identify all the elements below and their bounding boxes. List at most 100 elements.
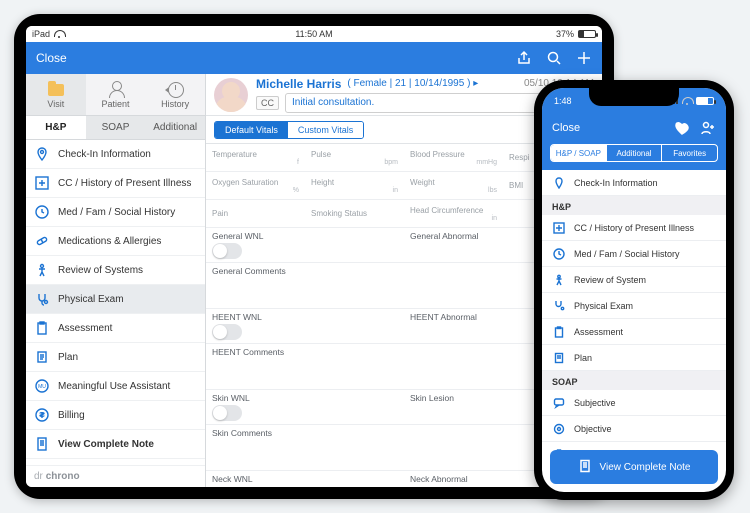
iph-cc[interactable]: CC / History of Present Illness bbox=[542, 215, 726, 241]
body-icon bbox=[34, 262, 50, 278]
iph-subj[interactable]: Subjective bbox=[542, 390, 726, 416]
seg-history-label: History bbox=[161, 99, 189, 109]
mu-icon: MU bbox=[34, 378, 50, 394]
note-icon bbox=[34, 349, 50, 365]
plus-box-icon bbox=[552, 221, 566, 235]
clipboard-icon bbox=[34, 320, 50, 336]
patient-name-link[interactable]: Michelle Harris bbox=[256, 77, 341, 91]
iph-pe[interactable]: Physical Exam bbox=[542, 293, 726, 319]
iph-obj-label: Objective bbox=[574, 424, 612, 434]
iph-nav-bar: Close bbox=[542, 114, 726, 142]
iph-med-label: Med / Fam / Social History bbox=[574, 249, 680, 259]
pin-icon bbox=[34, 146, 50, 162]
iph-seg-fav[interactable]: Favorites bbox=[661, 145, 717, 161]
nav-list[interactable]: Check-In Information CC / History of Pre… bbox=[26, 140, 205, 465]
nav-mu[interactable]: MU Meaningful Use Assistant bbox=[26, 372, 205, 401]
wifi-icon bbox=[682, 97, 692, 105]
iphone-frame: 1:48 Close H&P / SOAP Additional Favorit… bbox=[534, 80, 734, 500]
avatar[interactable] bbox=[214, 78, 248, 112]
iph-section-soap: SOAP bbox=[542, 371, 726, 390]
iph-ros[interactable]: Review of System bbox=[542, 267, 726, 293]
seg-default-vitals[interactable]: Default Vitals bbox=[215, 122, 288, 138]
nav-complete[interactable]: View Complete Note bbox=[26, 430, 205, 459]
iph-checkin[interactable]: Check-In Information bbox=[542, 170, 726, 196]
nav-assess[interactable]: Assessment bbox=[26, 314, 205, 343]
search-icon[interactable] bbox=[546, 50, 562, 66]
patient-meta[interactable]: ( Female | 21 | 10/14/1995 ) ▸ bbox=[347, 78, 478, 89]
iph-body[interactable]: Check-In Information H&P CC / History of… bbox=[542, 170, 726, 450]
toggle[interactable] bbox=[212, 324, 242, 340]
toggle[interactable] bbox=[212, 243, 242, 259]
vg-pain[interactable]: Pain bbox=[206, 200, 305, 227]
cc-input[interactable] bbox=[285, 93, 544, 113]
iph-ros-label: Review of System bbox=[574, 275, 646, 285]
stethoscope-icon bbox=[552, 299, 566, 313]
neck-wnl-field[interactable]: Neck WNL bbox=[206, 471, 404, 487]
iph-segment: H&P / SOAP Additional Favorites bbox=[550, 144, 718, 162]
close-button[interactable]: Close bbox=[36, 51, 67, 65]
notch bbox=[589, 88, 679, 106]
toggle[interactable] bbox=[212, 405, 242, 421]
nav-billing-label: Billing bbox=[58, 410, 85, 421]
wifi-icon bbox=[54, 30, 64, 38]
nav-billing[interactable]: Billing bbox=[26, 401, 205, 430]
vg-bp[interactable]: Blood PressuremmHg bbox=[404, 144, 503, 171]
nav-med[interactable]: Med / Fam / Social History bbox=[26, 198, 205, 227]
nav-plan[interactable]: Plan bbox=[26, 343, 205, 372]
tab-hp[interactable]: H&P bbox=[26, 116, 86, 139]
iph-seg-additional[interactable]: Additional bbox=[606, 145, 662, 161]
pill-icon bbox=[34, 233, 50, 249]
history-icon bbox=[166, 81, 184, 97]
cc-label: CC bbox=[256, 96, 279, 110]
view-complete-note-button[interactable]: View Complete Note bbox=[550, 450, 718, 484]
add-icon[interactable] bbox=[576, 50, 592, 66]
top-segment: Visit Patient History bbox=[26, 74, 205, 116]
nav-pe[interactable]: Physical Exam bbox=[26, 285, 205, 314]
iph-plan[interactable]: Plan bbox=[542, 345, 726, 371]
vg-pulse[interactable]: Pulsebpm bbox=[305, 144, 404, 171]
skin-wnl-field[interactable]: Skin WNL bbox=[206, 390, 404, 424]
iph-time: 1:48 bbox=[554, 96, 572, 106]
vg-weight[interactable]: Weightlbs bbox=[404, 172, 503, 199]
heent-wnl-field[interactable]: HEENT WNL bbox=[206, 309, 404, 343]
seg-visit[interactable]: Visit bbox=[26, 74, 86, 115]
iph-close-button[interactable]: Close bbox=[552, 122, 580, 134]
plus-box-icon bbox=[34, 175, 50, 191]
clock-icon bbox=[552, 247, 566, 261]
seg-history[interactable]: History bbox=[145, 74, 205, 115]
seg-patient[interactable]: Patient bbox=[86, 74, 146, 115]
iph-obj[interactable]: Objective bbox=[542, 416, 726, 442]
iph-pe-label: Physical Exam bbox=[574, 301, 633, 311]
iph-assess2[interactable]: Assessment bbox=[542, 442, 726, 450]
iph-assess[interactable]: Assessment bbox=[542, 319, 726, 345]
iph-seg-hp[interactable]: H&P / SOAP bbox=[551, 145, 606, 161]
vitals-segment: Default Vitals Custom Vitals bbox=[214, 121, 364, 139]
nav-ros[interactable]: Review of Systems bbox=[26, 256, 205, 285]
vg-smoking[interactable]: Smoking Status bbox=[305, 200, 404, 227]
ipad-nav-bar: Close bbox=[26, 42, 602, 74]
note-icon bbox=[552, 351, 566, 365]
tab-soap[interactable]: SOAP bbox=[86, 116, 146, 139]
tab-additional[interactable]: Additional bbox=[145, 116, 205, 139]
subtabs: H&P SOAP Additional bbox=[26, 116, 205, 140]
nav-meds[interactable]: Medications & Allergies bbox=[26, 227, 205, 256]
vg-o2[interactable]: Oxygen Saturation% bbox=[206, 172, 305, 199]
share-icon[interactable] bbox=[516, 50, 532, 66]
general-wnl-field[interactable]: General WNL bbox=[206, 228, 404, 262]
nav-cc[interactable]: CC / History of Present Illness bbox=[26, 169, 205, 198]
nav-pe-label: Physical Exam bbox=[58, 294, 124, 305]
nav-checkin[interactable]: Check-In Information bbox=[26, 140, 205, 169]
pin-icon bbox=[552, 176, 566, 190]
ipad-frame: iPad 11:50 AM 37% Close bbox=[14, 14, 614, 499]
iph-med[interactable]: Med / Fam / Social History bbox=[542, 241, 726, 267]
ipad-screen: iPad 11:50 AM 37% Close bbox=[26, 26, 602, 487]
vg-head[interactable]: Head Circumferencein bbox=[404, 200, 503, 227]
seg-custom-vitals[interactable]: Custom Vitals bbox=[288, 122, 363, 138]
vg-height[interactable]: Heightin bbox=[305, 172, 404, 199]
heart-icon[interactable] bbox=[674, 120, 690, 136]
user-plus-icon[interactable] bbox=[700, 120, 716, 136]
iphone-screen: 1:48 Close H&P / SOAP Additional Favorit… bbox=[542, 88, 726, 492]
vg-temp[interactable]: Temperaturef bbox=[206, 144, 305, 171]
nav-mu-label: Meaningful Use Assistant bbox=[58, 381, 170, 392]
seg-visit-label: Visit bbox=[47, 99, 64, 109]
